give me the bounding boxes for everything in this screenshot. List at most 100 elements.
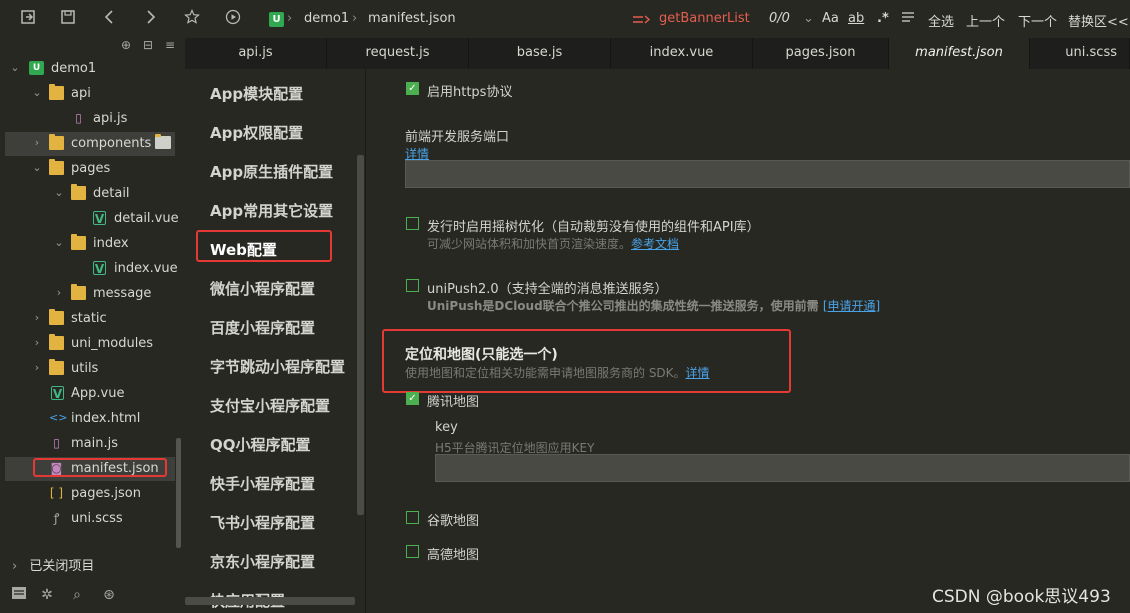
tab-uni-scss[interactable]: uni.scss xyxy=(1030,38,1130,69)
select-all-button[interactable]: 全选 xyxy=(928,11,954,30)
nav-app-native-plugins[interactable]: App原生插件配置 xyxy=(210,161,333,182)
nav-wechat-miniprogram[interactable]: 微信小程序配置 xyxy=(210,278,315,299)
debug-icon[interactable]: ✲ xyxy=(38,586,56,604)
tab-request-js[interactable]: request.js xyxy=(327,38,469,69)
tree-item-api-js[interactable]: ▯ api.js xyxy=(5,107,175,131)
chevron-down-icon: ⌄ xyxy=(54,186,64,199)
unipush-description-text: UniPush是DCloud联合个推公司推出的集成性统一推送服务，使用前需 xyxy=(427,299,819,313)
multiline-icon[interactable] xyxy=(898,9,918,29)
exit-icon[interactable] xyxy=(18,9,38,29)
nav-scrollbar[interactable] xyxy=(357,155,364,515)
back-icon[interactable] xyxy=(100,9,120,29)
tree-item-api[interactable]: ⌄ api xyxy=(5,82,175,106)
next-match-button[interactable]: 下一个 xyxy=(1018,11,1057,30)
whole-word-toggle[interactable]: ab xyxy=(848,11,864,26)
nav-feishu-miniprogram[interactable]: 飞书小程序配置 xyxy=(210,512,315,533)
tree-item-index-vue[interactable]: V index.vue xyxy=(5,257,178,281)
treeshake-checkbox[interactable] xyxy=(406,217,419,230)
tab-base-js[interactable]: base.js xyxy=(469,38,611,69)
tree-item-label: api xyxy=(71,86,91,101)
tree-item-index-html[interactable]: <> index.html xyxy=(5,407,175,431)
nav-jd-miniprogram[interactable]: 京东小程序配置 xyxy=(210,551,315,572)
tree-item-static[interactable]: › static xyxy=(5,307,175,331)
tab-manifest-json[interactable]: manifest.json xyxy=(889,38,1030,69)
tree-item-label: pages xyxy=(71,161,111,176)
tree-item-label: pages.json xyxy=(71,486,141,501)
nav-alipay-miniprogram[interactable]: 支付宝小程序配置 xyxy=(210,395,330,416)
sidebar-scrollbar[interactable] xyxy=(176,438,181,548)
vue-file-icon: V xyxy=(93,211,106,226)
nav-app-modules[interactable]: App模块配置 xyxy=(210,83,303,104)
json-file-icon: [ ] xyxy=(49,486,64,500)
save-icon[interactable] xyxy=(58,9,78,29)
nav-bytedance-miniprogram[interactable]: 字节跳动小程序配置 xyxy=(210,356,345,377)
tree-item-message[interactable]: › message xyxy=(5,282,175,306)
dropdown-icon[interactable]: ⌄ xyxy=(803,11,814,26)
tree-item-utils[interactable]: › utils xyxy=(5,357,175,381)
tree-item-label: uni.scss xyxy=(71,511,123,526)
chevron-right-icon: › xyxy=(34,136,40,149)
unipush-checkbox[interactable] xyxy=(406,279,419,292)
nav-baidu-miniprogram[interactable]: 百度小程序配置 xyxy=(210,317,315,338)
tencent-map-checkbox[interactable]: ✓ xyxy=(406,392,419,405)
nav-kuaishou-miniprogram[interactable]: 快手小程序配置 xyxy=(210,473,315,494)
tencent-map-label: 腾讯地图 xyxy=(427,395,480,410)
tab-pages-json[interactable]: pages.json xyxy=(753,38,889,69)
tencent-key-label: key xyxy=(435,420,458,435)
map-details-link[interactable]: 详情 xyxy=(686,366,710,380)
locate-icon[interactable]: ⊕ xyxy=(121,38,131,52)
tree-item-pages[interactable]: ⌄ pages xyxy=(5,157,175,181)
search-files-icon[interactable]: ⌕ xyxy=(68,586,86,604)
regex-toggle[interactable]: .* xyxy=(877,11,889,26)
nav-qq-miniprogram[interactable]: QQ小程序配置 xyxy=(210,434,311,455)
collapse-all-icon[interactable]: ⊟ xyxy=(143,38,153,52)
amap-checkbox[interactable] xyxy=(406,545,419,558)
search-input[interactable]: getBannerList xyxy=(659,11,750,26)
forward-icon[interactable] xyxy=(140,9,160,29)
run-icon[interactable] xyxy=(223,9,243,29)
dev-port-title: 前端开发服务端口 xyxy=(405,130,510,145)
html-file-icon: <> xyxy=(49,411,68,424)
favorite-star-icon[interactable] xyxy=(182,9,202,29)
explorer-icon[interactable] xyxy=(10,586,28,604)
tencent-key-input[interactable] xyxy=(435,454,1130,482)
replace-toggle-button[interactable]: 替换区<< xyxy=(1068,11,1129,30)
breadcrumb-project[interactable]: demo1 xyxy=(304,11,349,26)
nav-app-permissions[interactable]: App权限配置 xyxy=(210,122,303,143)
tree-item-components[interactable]: › components xyxy=(5,132,175,156)
more-menu-icon[interactable]: ≡ xyxy=(165,38,175,52)
tree-item-uni-modules[interactable]: › uni_modules xyxy=(5,332,175,356)
tree-item-detail[interactable]: ⌄ detail xyxy=(5,182,175,206)
js-file-icon: ▯ xyxy=(53,436,60,450)
tree-item-uni-scss[interactable]: ꝭ uni.scss xyxy=(5,507,175,531)
tree-item-pages-json[interactable]: [ ] pages.json xyxy=(5,482,175,506)
nav-horizontal-scrollbar[interactable] xyxy=(185,597,355,605)
plugin-icon[interactable]: ⊛ xyxy=(100,586,118,604)
tab-api-js[interactable]: api.js xyxy=(185,38,327,69)
tree-item-index[interactable]: ⌄ index xyxy=(5,232,175,256)
tree-item-demo1[interactable]: ⌄ U demo1 xyxy=(5,57,175,81)
google-map-label: 谷歌地图 xyxy=(427,514,480,529)
tree-item-main-js[interactable]: ▯ main.js xyxy=(5,432,175,456)
tree-item-detail-vue[interactable]: V detail.vue xyxy=(5,207,179,231)
nav-app-other-settings[interactable]: App常用其它设置 xyxy=(210,200,333,221)
google-map-checkbox[interactable] xyxy=(406,511,419,524)
previous-match-button[interactable]: 上一个 xyxy=(966,11,1005,30)
dev-port-input[interactable] xyxy=(405,160,1130,188)
tree-item-label: index.html xyxy=(71,411,141,426)
tree-item-label: api.js xyxy=(93,111,128,126)
closed-projects[interactable]: › 已关闭项目 xyxy=(12,555,94,574)
treeshake-label: 发行时启用摇树优化（自动裁剪没有使用的组件和API库） xyxy=(427,220,760,235)
folder-open-icon[interactable] xyxy=(155,134,171,149)
map-description-text: 使用地图和定位相关功能需申请地图服务商的 SDK。 xyxy=(405,366,686,380)
breadcrumb-file[interactable]: manifest.json xyxy=(368,11,456,26)
tree-item-app-vue[interactable]: V App.vue xyxy=(5,382,175,406)
treeshake-docs-link[interactable]: 参考文档 xyxy=(631,237,679,251)
match-case-toggle[interactable]: Aa xyxy=(822,11,839,26)
tab-index-vue[interactable]: index.vue xyxy=(611,38,753,69)
chevron-down-icon: ⌄ xyxy=(10,61,20,74)
match-count: 0/0 xyxy=(769,11,790,26)
explorer-header: ⊕ ⊟ ≡ xyxy=(0,38,185,54)
https-checkbox[interactable]: ✓ xyxy=(406,82,419,95)
unipush-apply-link[interactable]: [申请开通] xyxy=(823,299,880,313)
